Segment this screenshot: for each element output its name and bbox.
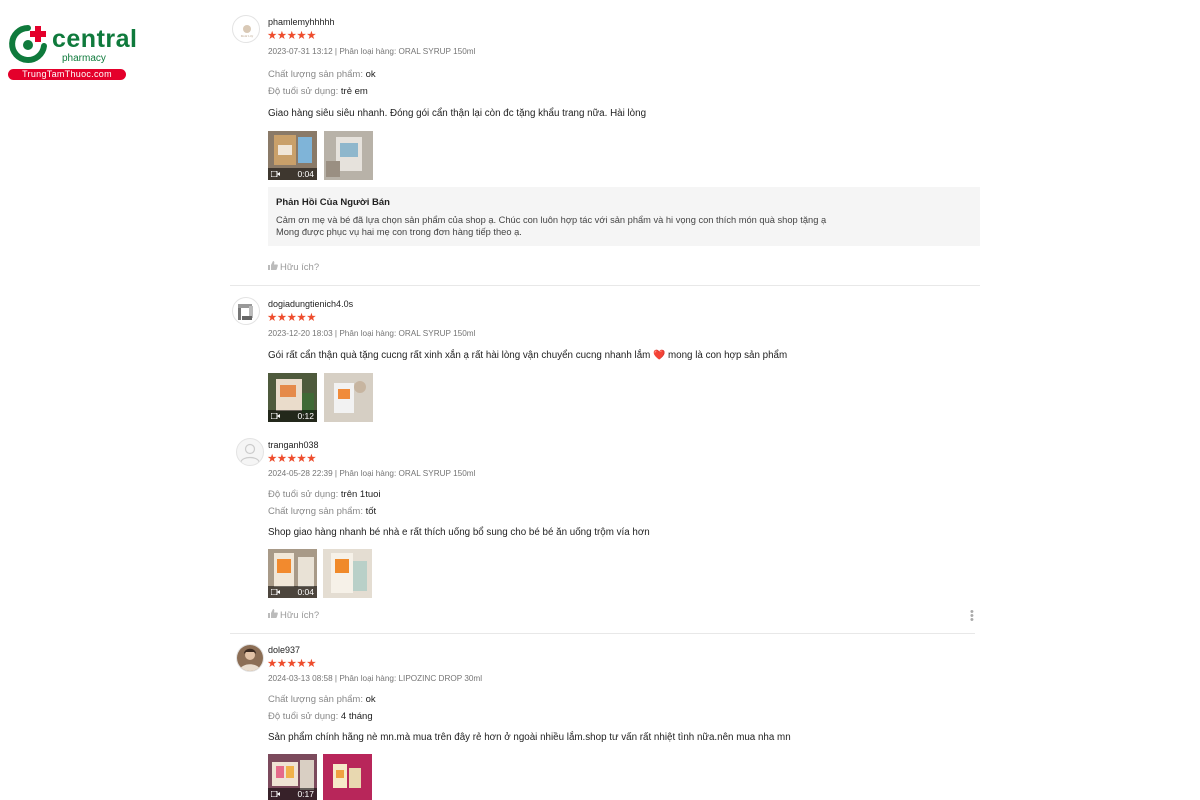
review-text: Shop giao hàng nhanh bé nhà e rất thích … (268, 527, 650, 538)
review-item: dole937 ★★★★★ 2024-03-13 08:58 | Phân lo… (232, 644, 992, 800)
thumbs-up-icon (268, 609, 278, 618)
helpful-label: Hữu ích? (280, 262, 320, 273)
attribute-key: Chất lượng sản phẩm: (268, 69, 363, 80)
review-username: dogiadungtienich4.0s (268, 299, 354, 309)
svg-text:Mom·Lily: Mom·Lily (241, 34, 254, 38)
review-attribute: Chất lượng sản phẩm: tốt (268, 506, 376, 517)
central-pharmacy-logo[interactable]: central pharmacy TrungTamThuoc.com (8, 22, 137, 82)
seller-reply: Phản Hồi Của Người Bán Cảm ơn mẹ và bé đ… (268, 187, 980, 246)
review-username: tranganh038 (268, 440, 319, 450)
attribute-key: Độ tuổi sử dụng: (268, 711, 339, 722)
attribute-value: trên 1tuoi (340, 489, 381, 500)
seller-reply-title: Phản Hồi Của Người Bán (276, 197, 390, 208)
attribute-value: 4 tháng (340, 711, 373, 722)
more-options-icon[interactable]: • • • (970, 607, 974, 626)
seller-reply-line: Cảm ơn mẹ và bé đã lựa chọn sản phẩm của… (276, 215, 827, 225)
user-avatar[interactable] (236, 644, 264, 672)
review-video-thumbnail[interactable]: 0:04 (268, 131, 317, 180)
star-rating: ★★★★★ (267, 30, 317, 42)
review-attribute: Chất lượng sản phẩm: ok (268, 694, 376, 705)
review-meta: 2023-07-31 13:12 | Phân loại hàng: ORAL … (268, 47, 476, 56)
thumbs-up-icon (268, 261, 278, 270)
brand-site: TrungTamThuoc.com (8, 69, 126, 80)
user-avatar[interactable]: Mom·Lily (232, 15, 260, 43)
review-item: Mom·Lily phamlemyhhhhh ★★★★★ 2023-07-31 … (232, 15, 992, 285)
review-meta: 2023-12-20 18:03 | Phân loại hàng: ORAL … (268, 329, 476, 338)
review-text: Gói rất cẩn thận quà tặng cucng rất xinh… (268, 350, 787, 361)
attribute-key: Độ tuổi sử dụng: (268, 489, 339, 500)
review-text: Sản phẩm chính hãng nè mn.mà mua trên đâ… (268, 732, 791, 743)
review-image-thumbnail[interactable] (323, 549, 372, 598)
attribute-key: Chất lượng sản phẩm: (268, 694, 363, 705)
review-divider (230, 633, 975, 634)
review-attribute: Độ tuổi sử dụng: trên 1tuoi (268, 489, 381, 500)
attribute-value: ok (365, 69, 376, 80)
review-video-thumbnail[interactable]: 0:17 (268, 754, 317, 800)
review-video-thumbnail[interactable]: 0:04 (268, 549, 317, 598)
video-duration: 0:04 (297, 587, 314, 597)
review-attribute: Chất lượng sản phẩm: ok (268, 69, 376, 80)
review-image-thumbnail[interactable] (324, 373, 373, 422)
brand-subtitle: pharmacy (62, 53, 106, 64)
video-camera-icon (271, 171, 280, 177)
attribute-value: ok (365, 694, 376, 705)
user-avatar[interactable] (236, 438, 264, 466)
star-rating: ★★★★★ (267, 453, 317, 465)
seller-reply-line: Mong được phục vụ hai mẹ con trong đơn h… (276, 227, 522, 237)
attribute-value: trẻ em (340, 86, 368, 97)
review-meta: 2024-05-28 22:39 | Phân loại hàng: ORAL … (268, 469, 476, 478)
review-image-thumbnail[interactable] (323, 754, 372, 800)
review-text-part: mong là con hợp sản phẩm (668, 350, 788, 361)
video-duration: 0:12 (297, 411, 314, 421)
video-duration: 0:17 (297, 789, 314, 799)
review-attribute: Độ tuổi sử dụng: trẻ em (268, 86, 368, 97)
review-item: tranganh038 ★★★★★ 2024-05-28 22:39 | Phâ… (232, 438, 992, 626)
video-duration: 0:04 (297, 169, 314, 179)
helpful-button[interactable]: Hữu ích? (268, 261, 319, 273)
attribute-value: tốt (365, 506, 377, 517)
review-text-part: Gói rất cẩn thận quà tặng cucng rất xinh… (268, 350, 651, 361)
heart-emoji: ❤️ (653, 350, 666, 361)
user-avatar[interactable] (232, 297, 260, 325)
star-rating: ★★★★★ (267, 312, 317, 324)
review-item: dogiadungtienich4.0s ★★★★★ 2023-12-20 18… (232, 297, 992, 427)
video-camera-icon (271, 791, 280, 797)
attribute-key: Độ tuổi sử dụng: (268, 86, 339, 97)
review-username: dole937 (268, 645, 301, 655)
star-rating: ★★★★★ (267, 658, 317, 670)
review-text: Giao hàng siêu siêu nhanh. Đóng gói cẩn … (268, 108, 647, 119)
video-camera-icon (271, 589, 280, 595)
review-attribute: Độ tuổi sử dụng: 4 tháng (268, 711, 373, 722)
review-username: phamlemyhhhhh (268, 17, 335, 27)
review-image-thumbnail[interactable] (324, 131, 373, 180)
helpful-button[interactable]: Hữu ích? (268, 609, 319, 621)
logo-mark-icon (9, 25, 47, 63)
helpful-label: Hữu ích? (280, 610, 320, 621)
review-divider (230, 285, 980, 286)
brand-name: central (52, 25, 138, 53)
attribute-key: Chất lượng sản phẩm: (268, 506, 363, 517)
video-camera-icon (271, 413, 280, 419)
review-meta: 2024-03-13 08:58 | Phân loại hàng: LIPOZ… (268, 674, 483, 683)
review-video-thumbnail[interactable]: 0:12 (268, 373, 317, 422)
